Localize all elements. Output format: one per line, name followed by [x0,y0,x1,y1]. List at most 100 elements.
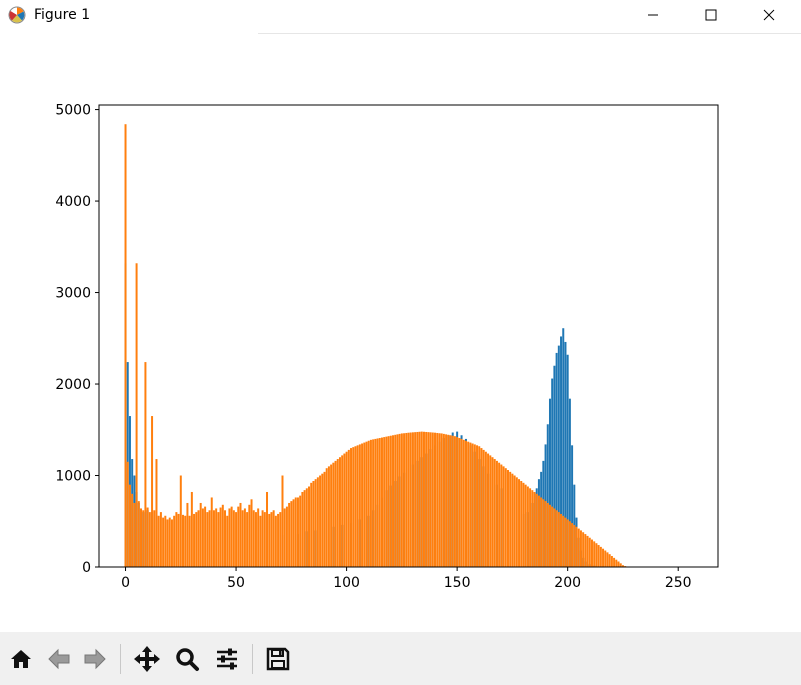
back-button[interactable] [43,643,75,675]
histogram-bar [526,486,529,567]
histogram-bar [387,436,390,567]
x-tick-label: 250 [665,575,692,591]
histogram-bar [270,512,273,567]
y-tick-label: 1000 [55,469,91,485]
window-title-bar: Figure 1 [0,0,801,32]
histogram-bar [338,457,341,567]
histogram-bar [292,499,295,567]
histogram-bar [294,497,297,567]
close-button[interactable] [744,0,794,30]
histogram-bar [272,510,275,567]
toolbar-separator [120,644,121,674]
bars [124,124,629,568]
histogram-bar [157,515,160,567]
histogram-bar [208,510,211,567]
histogram-bar [451,435,454,567]
histogram-bar [478,446,481,567]
histogram-bar [226,515,229,567]
histogram-bar [243,508,246,567]
histogram-bar [241,510,244,567]
histogram-bar [148,512,151,567]
histogram-bar [126,461,129,567]
histogram-bar [403,433,406,567]
histogram-bar [590,539,593,567]
histogram-bar [458,438,461,567]
histogram-bar [551,506,554,567]
histogram-bar [548,504,551,567]
histogram-bar [515,477,518,567]
histogram-bar [445,434,448,567]
toolbar-separator [252,644,253,674]
histogram-bar [182,514,184,567]
histogram-bar [268,513,271,567]
histogram-bar [332,462,335,567]
histogram-bar [299,495,302,567]
histogram-bar [606,552,609,567]
histogram-bar [316,477,319,567]
histogram-bar [124,124,127,568]
histogram-bar [308,486,311,567]
histogram-bar [261,510,264,567]
histogram-bar [166,519,169,567]
histogram-bar [190,491,193,567]
histogram-bar [500,464,503,567]
histogram-bar [540,497,543,567]
x-tick-label: 200 [554,575,581,591]
histogram-bar [564,517,567,567]
histogram-bar [511,473,514,567]
histogram-bar [586,535,589,567]
histogram-bar [204,506,207,567]
histogram-bar [595,543,598,567]
close-icon [763,9,775,21]
histogram-bar [615,559,618,567]
histogram-bar [588,537,591,567]
histogram-bar [400,433,403,567]
histogram-bar [562,515,565,567]
zoom-button[interactable] [171,643,203,675]
configure-subplots-button[interactable] [211,643,243,675]
histogram-bar [440,433,443,567]
histogram-bar [460,438,463,567]
histogram-bar [537,495,540,567]
histogram-bar [173,515,176,567]
histogram-bar [263,512,266,567]
minimize-button[interactable] [628,0,678,30]
histogram-bar [188,515,191,567]
histogram-bar [467,441,470,567]
histogram-bar [334,460,337,567]
histogram-bar [133,502,136,567]
histogram-bar [153,510,156,567]
maximize-button[interactable] [686,0,736,30]
histogram-bar [237,506,240,567]
home-button[interactable] [5,643,37,675]
pan-button[interactable] [131,643,163,675]
histogram-bar [438,433,441,567]
histogram-bar [199,502,202,567]
histogram-bar [135,263,138,567]
histogram-bar [425,431,428,567]
histogram-bar [509,471,512,567]
save-button[interactable] [262,643,294,675]
histogram-bar [535,493,538,567]
histogram-bar [449,435,452,567]
histogram-bar [274,515,277,567]
histogram-bar [431,432,434,567]
histogram-bar [524,484,527,567]
histogram-bar [597,545,600,567]
histogram-bar [436,432,439,567]
save-icon [266,647,290,671]
histogram-bar [604,550,607,567]
histogram-bar [513,475,516,567]
navigation-toolbar [0,632,801,685]
histogram-bar [146,507,149,567]
figure-canvas[interactable]: 0 50 100 150 200 250 0 1000 2000 3000 4000 5000 [0,34,801,632]
forward-button[interactable] [79,643,111,675]
histogram-bar [427,432,430,567]
maximize-icon [705,9,717,21]
histogram-bar [206,512,209,567]
y-tick-label: 3000 [55,286,91,302]
histogram-bar [197,510,200,567]
histogram-bar [162,517,165,567]
x-tick-label: 100 [333,575,360,591]
histogram-bar [529,488,532,567]
